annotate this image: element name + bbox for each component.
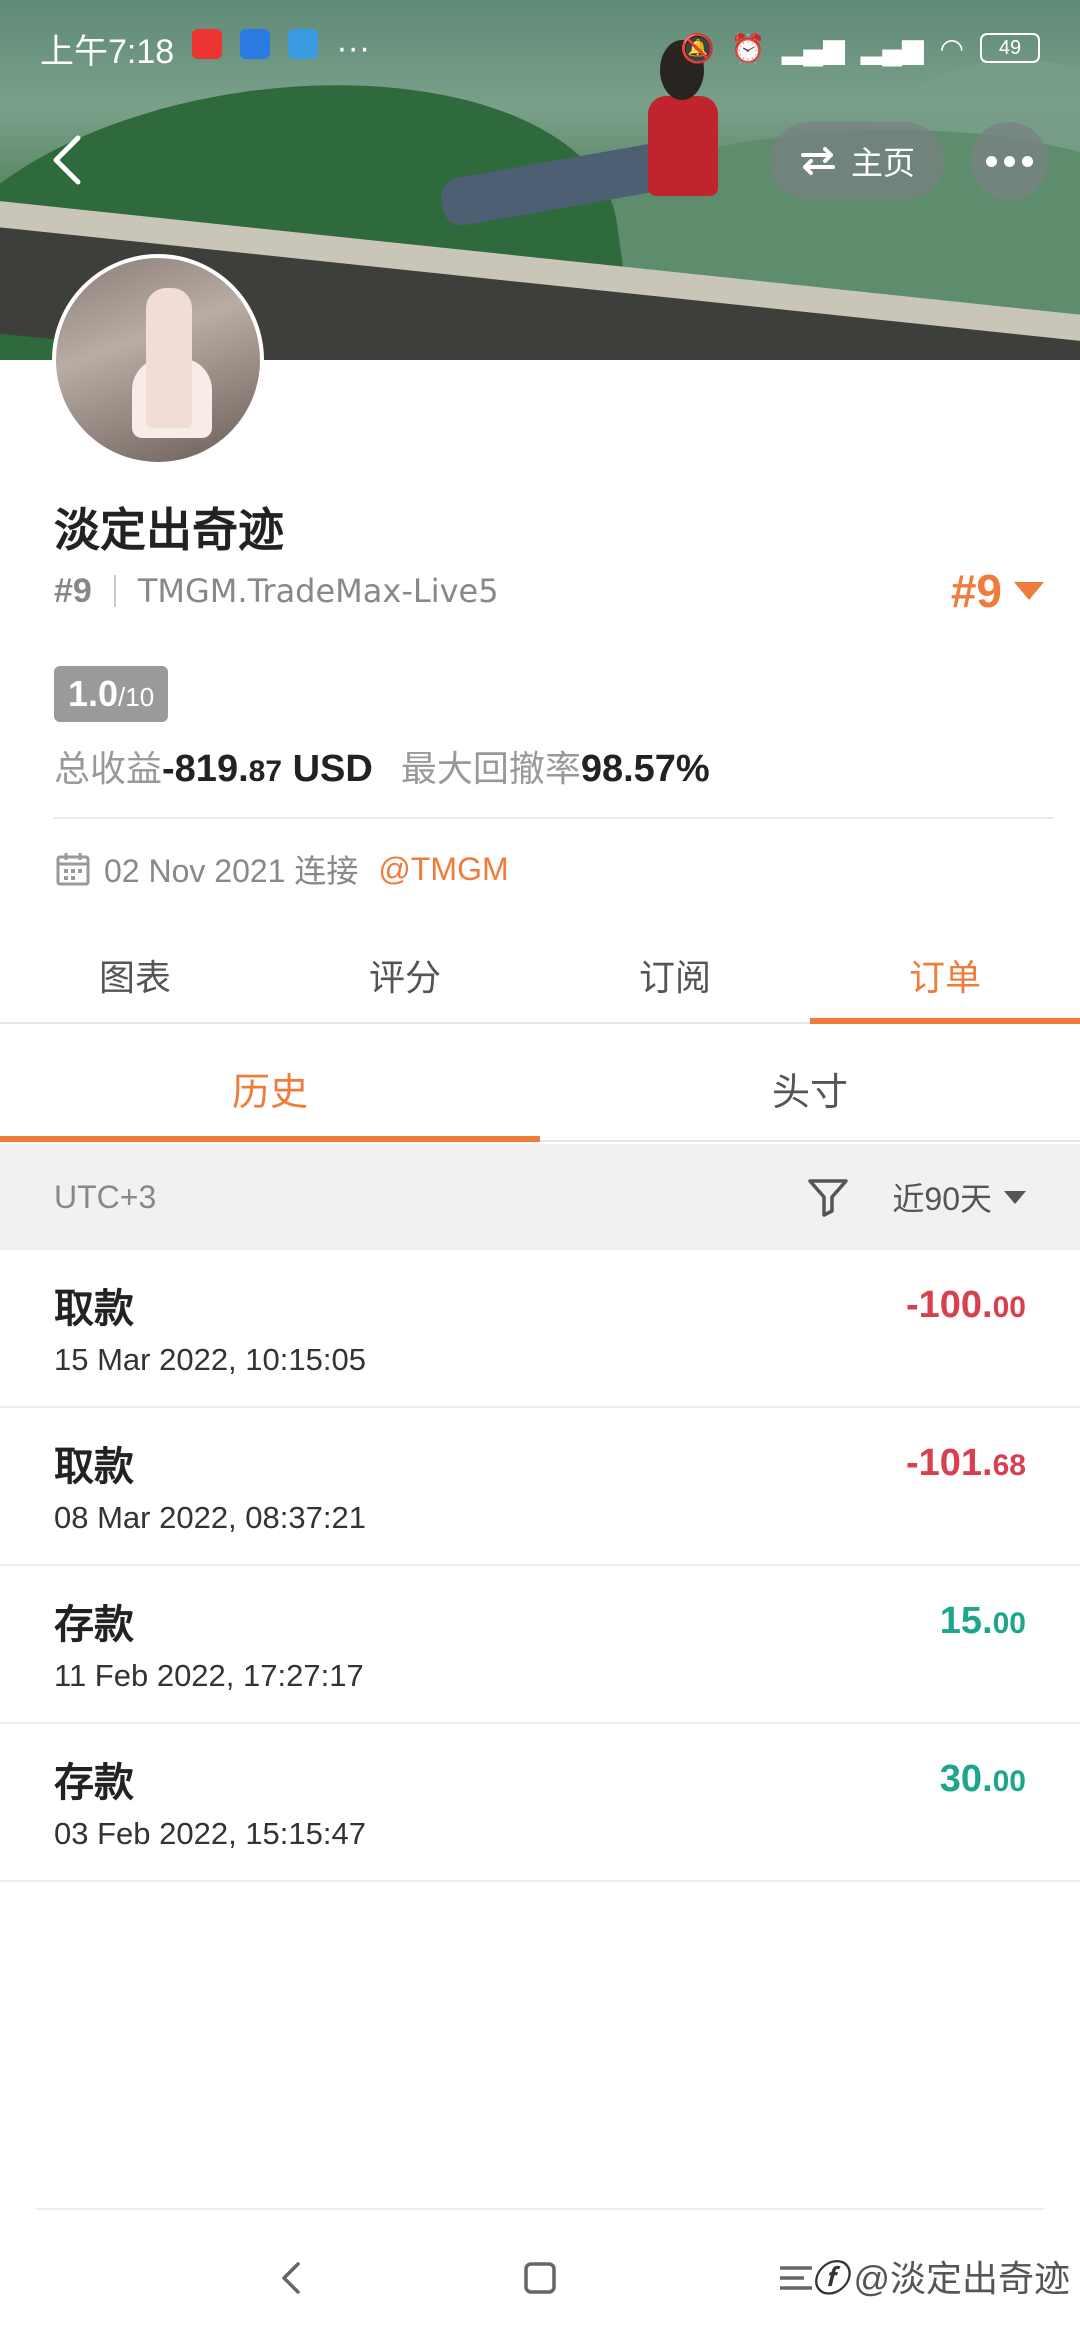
list-item[interactable]: 取款 15 Mar 2022, 10:15:05 -100.00 [0,1250,1080,1408]
alarm-icon: ⏰ [730,32,766,64]
tx-amount: 15.00 [939,1600,1026,1642]
tx-amount: 30.00 [939,1758,1026,1800]
drawdown-label: 最大回撤率 [400,748,581,789]
tab-subscribe[interactable]: 订阅 [540,928,810,1022]
news-app-icon [192,28,223,59]
profit-label: 总收益 [54,748,163,789]
timezone-label: UTC+3 [54,1178,157,1215]
signal2-icon: ▂▄▆ [860,32,924,64]
server-name: TMGM.TradeMax-Live5 [137,572,499,610]
square-icon [524,2262,556,2294]
drawdown-value: 98.57% [580,748,710,790]
switch-icon [800,147,835,175]
signal-icon: ▂▄▆ [781,32,845,64]
range-dropdown[interactable]: 近90天 [892,1174,1026,1220]
tx-date: 15 Mar 2022, 10:15:05 [54,1342,366,1377]
list-item[interactable]: 存款 11 Feb 2022, 17:27:17 15.00 [0,1566,1080,1724]
tx-type: 存款 [54,1603,134,1647]
tx-date: 08 Mar 2022, 08:37:21 [54,1500,366,1535]
subtab-positions[interactable]: 头寸 [540,1036,1080,1140]
dot-icon [985,155,997,167]
sub-tabs: 历史 头寸 [0,1036,1080,1142]
more-notifications-icon: ··· [336,28,371,67]
transaction-list: 取款 15 Mar 2022, 10:15:05 -100.00 取款 08 M… [0,1250,1080,1882]
filter-icon[interactable] [804,1173,852,1221]
home-label: 主页 [850,145,915,181]
wifi-icon: ◠ [939,32,964,64]
home-button[interactable]: 主页 [770,122,944,200]
tx-date: 03 Feb 2022, 15:15:47 [54,1816,366,1851]
caret-down-icon [1014,582,1044,600]
filter-bar: UTC+3 近90天 [0,1144,1080,1250]
status-time: 上午7:18 [40,32,175,71]
chevron-left-icon [282,2262,300,2294]
back-button[interactable] [40,130,100,190]
mute-icon: 🔕 [680,32,715,64]
tx-amount: -101.68 [906,1442,1026,1484]
calendar-icon [54,850,92,888]
profile-name: 淡定出奇迹 [54,504,284,556]
list-item[interactable]: 取款 08 Mar 2022, 08:37:21 -101.68 [0,1408,1080,1566]
rank-dropdown[interactable]: #9 [951,564,1044,618]
tx-type: 取款 [54,1287,134,1331]
joined-row: 02 Nov 2021 连接 @TMGM [54,846,509,892]
tab-rating[interactable]: 评分 [270,928,540,1022]
divider [54,817,1054,819]
watermark: ⓕ @淡定出奇迹 [811,2250,1070,2302]
rank-label: #9 [54,571,92,610]
profit-value: -819.87 USD [162,748,373,790]
caret-down-icon [1004,1190,1026,1204]
watermark-logo-icon: ⓕ [811,2258,848,2299]
tx-date: 11 Feb 2022, 17:27:17 [54,1658,364,1693]
list-item[interactable]: 存款 03 Feb 2022, 15:15:47 30.00 [0,1724,1080,1882]
separator [113,575,116,607]
more-options-button[interactable] [970,122,1048,200]
cloud-app-icon [288,28,319,59]
divider [36,2208,1044,2210]
battery-icon: 49 [980,33,1040,63]
rank-row: #9 TMGM.TradeMax-Live5 #9 [54,564,1044,618]
tab-orders[interactable]: 订单 [810,928,1080,1024]
nav-back-button[interactable] [268,2254,316,2302]
main-tabs: 图表 评分 订阅 订单 [0,928,1080,1024]
back-arrow-icon [53,135,81,185]
nav-home-button[interactable] [516,2254,564,2302]
tx-type: 取款 [54,1445,134,1489]
tab-chart[interactable]: 图表 [0,928,270,1022]
joined-text: 02 Nov 2021 连接 [104,853,359,889]
broker-link[interactable]: @TMGM [378,851,508,888]
link-app-icon [240,28,271,59]
avatar[interactable] [52,254,264,466]
tx-amount: -100.00 [906,1284,1026,1326]
status-bar: 上午7:18 ··· 🔕 ⏰ ▂▄▆ ▂▄▆ ◠ 49 [0,0,1080,96]
stats-row: 总收益 -819.87 USD 最大回撤率 98.57% [54,740,710,792]
score-badge: 1.0 /10 [54,666,169,722]
tx-type: 存款 [54,1761,134,1805]
subtab-history[interactable]: 历史 [0,1036,540,1142]
